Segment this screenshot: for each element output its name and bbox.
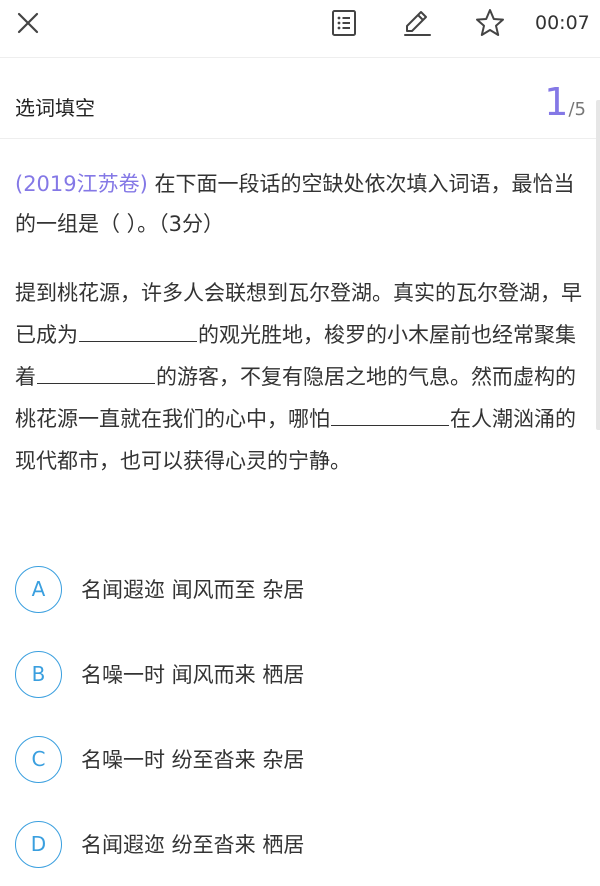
option-text: 名闻遐迩 纷至沓来 栖居 xyxy=(81,833,305,857)
top-toolbar: 00:07 xyxy=(0,0,600,56)
answer-sheet-icon[interactable] xyxy=(330,9,358,37)
section-title: 选词填空 xyxy=(15,96,95,120)
option-text: 名噪一时 纷至沓来 杂居 xyxy=(81,748,305,772)
option-text: 名闻遐迩 闻风而至 杂居 xyxy=(81,578,305,602)
header-divider xyxy=(0,138,600,139)
pen-icon[interactable] xyxy=(401,8,433,38)
current-question-number: 1 xyxy=(544,80,569,124)
question-passage: 提到桃花源，许多人会联想到瓦尔登湖。真实的瓦尔登湖，早已成为 的观光胜地，梭罗的小… xyxy=(15,272,590,482)
blank-3 xyxy=(331,401,449,426)
question-stem: (2019江苏卷) 在下面一段话的空缺处依次填入词语，最恰当的一组是（ ）。（3… xyxy=(15,164,585,244)
option-d[interactable]: D 名闻遐迩 纷至沓来 栖居 xyxy=(15,818,575,870)
close-icon[interactable] xyxy=(14,9,42,37)
option-text: 名噪一时 闻风而来 栖居 xyxy=(81,663,305,687)
option-letter: A xyxy=(15,565,62,613)
blank-1 xyxy=(79,317,197,342)
option-a[interactable]: A 名闻遐迩 闻风而至 杂居 xyxy=(15,563,575,615)
question-source: (2019江苏卷) xyxy=(15,172,148,196)
timer: 00:07 xyxy=(535,12,590,34)
question-counter: 1/5 xyxy=(544,80,586,124)
option-letter: D xyxy=(15,820,62,868)
total-questions: /5 xyxy=(568,99,586,120)
option-b[interactable]: B 名噪一时 闻风而来 栖居 xyxy=(15,648,575,700)
star-icon[interactable] xyxy=(474,8,506,38)
scrollbar[interactable] xyxy=(596,100,600,430)
toolbar-divider xyxy=(0,57,600,58)
option-letter: C xyxy=(15,735,62,783)
blank-2 xyxy=(37,359,155,384)
option-letter: B xyxy=(15,650,62,698)
option-c[interactable]: C 名噪一时 纷至沓来 杂居 xyxy=(15,733,575,785)
